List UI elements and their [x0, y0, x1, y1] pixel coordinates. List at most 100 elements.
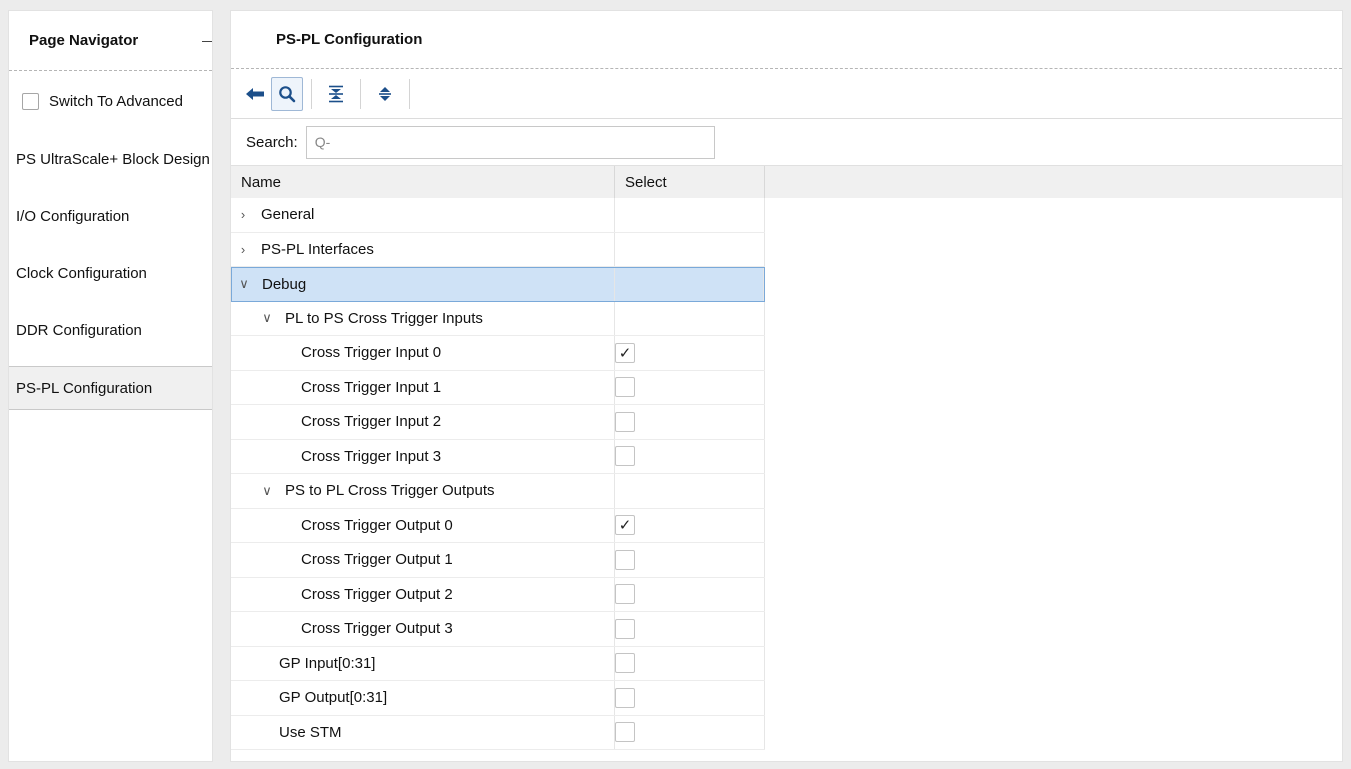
tree-name-cell: Cross Trigger Output 1 [231, 543, 615, 577]
select-cell [615, 646, 765, 680]
tree-name-cell: ∨ PL to PS Cross Trigger Inputs [231, 301, 615, 335]
select-cell [615, 543, 765, 577]
table-row[interactable]: Use STM [231, 715, 765, 750]
select-checkbox[interactable] [615, 446, 635, 467]
main-header: PS-PL Configuration [231, 11, 1342, 69]
table-row[interactable]: ∨ Debug [231, 267, 765, 302]
table-row[interactable]: Cross Trigger Input 1 [231, 370, 765, 405]
main-panel: PS-PL Configuration Search: Q- Name Sele… [230, 10, 1343, 762]
select-checkbox[interactable] [615, 549, 635, 570]
tree-item-label: Cross Trigger Output 0 [301, 516, 453, 534]
switch-advanced-option[interactable]: Switch To Advanced [9, 71, 212, 131]
select-cell [615, 268, 764, 301]
table-row[interactable]: GP Input[0:31] [231, 646, 765, 681]
chevron-down-icon[interactable]: ∨ [257, 310, 277, 326]
toolbar-separator [409, 78, 410, 109]
select-checkbox[interactable] [615, 584, 635, 605]
search-label: Search: [246, 133, 298, 151]
nav-item-clock-configuration[interactable]: Clock Configuration [9, 245, 212, 302]
tree-name-cell: Cross Trigger Input 0 [231, 336, 615, 370]
tree-item-label: Use STM [279, 723, 342, 741]
tree-item-label: Cross Trigger Input 2 [301, 413, 442, 431]
select-checkbox[interactable] [615, 377, 635, 398]
tree-item-label: GP Output[0:31] [279, 689, 388, 707]
table-header: Name Select [231, 165, 1342, 198]
navigator-title: Page Navigator [29, 32, 139, 49]
select-cell [615, 577, 765, 611]
table-row[interactable]: Cross Trigger Output 1 [231, 543, 765, 578]
tree-item-label: Cross Trigger Output 1 [301, 551, 453, 569]
column-header-select[interactable]: Select [615, 166, 765, 198]
select-cell [615, 612, 765, 646]
nav-item-label: Clock Configuration [16, 265, 147, 282]
tree-item-label: GP Input[0:31] [279, 654, 376, 672]
page-navigator-panel: Page Navigator Switch To Advanced PS Ult… [8, 10, 213, 762]
switch-advanced-checkbox[interactable] [22, 92, 39, 110]
tree-item-label: Cross Trigger Input 3 [301, 447, 442, 465]
select-cell [615, 370, 765, 404]
collapse-all-icon[interactable] [320, 77, 352, 111]
nav-item-block-design[interactable]: PS UltraScale+ Block Design [9, 131, 212, 188]
tree-item-label: General [261, 206, 315, 224]
chevron-right-icon[interactable]: › [233, 207, 253, 222]
select-cell [615, 715, 765, 749]
select-checkbox[interactable] [615, 618, 635, 639]
select-checkbox[interactable] [615, 722, 635, 743]
tree-name-cell: ∨ PS to PL Cross Trigger Outputs [231, 474, 615, 508]
table-row[interactable]: Cross Trigger Input 0 ✓ [231, 336, 765, 371]
tree-name-cell: GP Input[0:31] [231, 646, 615, 680]
nav-item-label: PS UltraScale+ Block Design [16, 151, 210, 168]
nav-item-ps-pl-configuration[interactable]: PS-PL Configuration [9, 366, 212, 410]
page-title: PS-PL Configuration [276, 31, 423, 48]
navigator-header: Page Navigator [9, 11, 212, 71]
select-checkbox[interactable] [615, 653, 635, 674]
nav-item-ddr-configuration[interactable]: DDR Configuration [9, 302, 212, 359]
table-row[interactable]: Cross Trigger Output 0 ✓ [231, 508, 765, 543]
select-cell: ✓ [615, 508, 765, 542]
toolbar [231, 69, 1342, 119]
table-row[interactable]: Cross Trigger Output 3 [231, 612, 765, 647]
select-cell [615, 232, 765, 266]
chevron-right-icon[interactable]: › [233, 242, 253, 257]
select-cell [615, 681, 765, 715]
back-arrow-icon[interactable] [239, 77, 271, 111]
select-checkbox[interactable] [615, 687, 635, 708]
table-row[interactable]: Cross Trigger Output 2 [231, 577, 765, 612]
checked-checkbox[interactable]: ✓ [615, 342, 635, 363]
nav-item-label: DDR Configuration [16, 322, 142, 339]
table-row[interactable]: GP Output[0:31] [231, 681, 765, 716]
tree-name-cell: › PS-PL Interfaces [231, 232, 615, 266]
chevron-down-icon[interactable]: ∨ [234, 276, 254, 292]
select-cell [615, 301, 765, 335]
table-row[interactable]: Cross Trigger Input 3 [231, 439, 765, 474]
toolbar-separator [311, 78, 312, 109]
select-cell [615, 439, 765, 473]
select-cell [615, 474, 765, 508]
tree-item-label: Cross Trigger Input 0 [301, 344, 442, 362]
table-row[interactable]: Cross Trigger Input 2 [231, 405, 765, 440]
column-header-name[interactable]: Name [231, 166, 615, 198]
table-row[interactable]: ∨ PL to PS Cross Trigger Inputs [231, 301, 765, 336]
expand-all-icon[interactable] [369, 77, 401, 111]
checked-checkbox[interactable]: ✓ [615, 515, 635, 536]
search-icon[interactable] [271, 76, 303, 111]
tree-item-label: PS-PL Interfaces [261, 240, 374, 258]
select-cell [615, 405, 765, 439]
tree-name-cell: GP Output[0:31] [231, 681, 615, 715]
tree-name-cell: Use STM [231, 715, 615, 749]
select-checkbox[interactable] [615, 411, 635, 432]
chevron-down-icon[interactable]: ∨ [257, 483, 277, 499]
table-row[interactable]: › PS-PL Interfaces [231, 232, 765, 267]
table-row[interactable]: ∨ PS to PL Cross Trigger Outputs [231, 474, 765, 509]
minimize-icon[interactable] [202, 41, 212, 42]
toolbar-separator [360, 78, 361, 109]
search-input[interactable]: Q- [305, 125, 715, 159]
nav-item-io-configuration[interactable]: I/O Configuration [9, 188, 212, 245]
tree-item-label: Debug [262, 275, 307, 293]
tree-name-cell: Cross Trigger Input 2 [231, 405, 615, 439]
table-row[interactable]: › General [231, 198, 765, 233]
tree-item-label: Cross Trigger Output 3 [301, 620, 453, 638]
nav-item-label: I/O Configuration [16, 208, 130, 225]
tree-table-body: › General › PS-PL Interfaces ∨ Debug ∨ PL to PS… [231, 198, 1342, 750]
select-cell: ✓ [615, 336, 765, 370]
